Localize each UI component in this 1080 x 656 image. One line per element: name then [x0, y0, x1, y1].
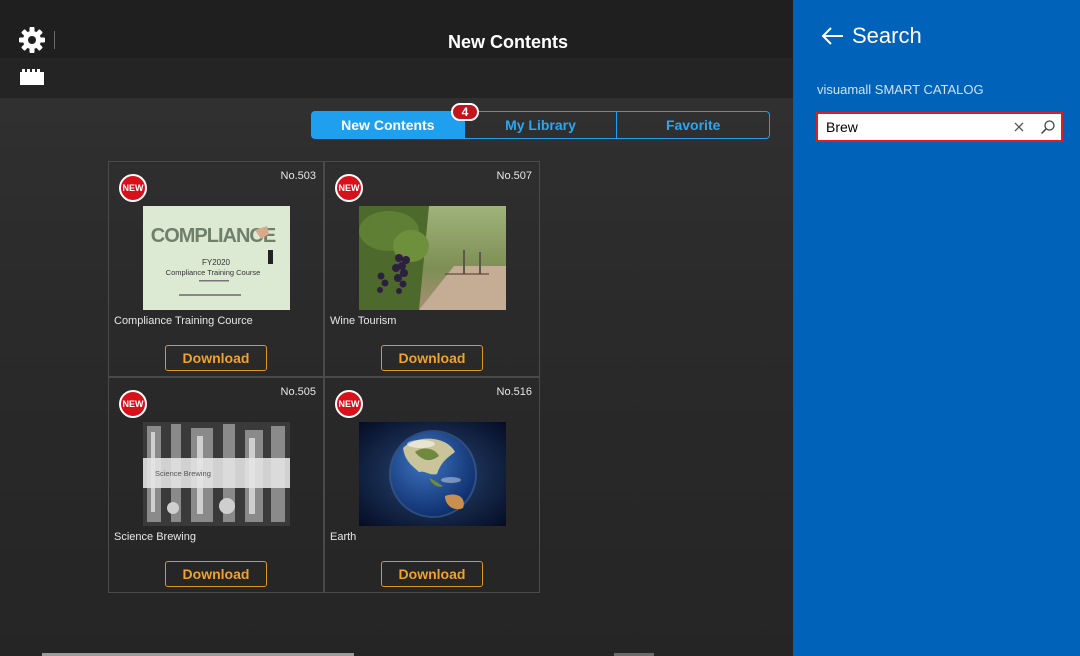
gear-icon[interactable]: [18, 26, 46, 54]
content-grid: NEW No.503 COMPLIANCE FY2020 Compliance …: [108, 161, 540, 593]
content-card[interactable]: NEW No.503 COMPLIANCE FY2020 Compliance …: [108, 161, 324, 377]
new-badge: NEW: [335, 390, 363, 418]
search-box: [816, 112, 1063, 142]
search-panel-title: Search: [852, 23, 922, 48]
item-title: Earth: [330, 531, 357, 543]
new-badge: NEW: [335, 174, 363, 202]
thumb-brewing-banner: Science Brewing: [155, 469, 211, 478]
download-button[interactable]: Download: [381, 345, 483, 371]
download-button[interactable]: Download: [165, 561, 267, 587]
brewery-thumbnail[interactable]: Science Brewing: [143, 422, 290, 526]
search-scope-label: visuamall SMART CATALOG: [817, 82, 984, 97]
thumb-compliance-year: FY2020: [202, 258, 231, 267]
item-title: Compliance Training Cource: [114, 315, 253, 327]
clear-icon[interactable]: [1012, 120, 1026, 134]
toolbar-divider: [54, 31, 55, 49]
earth-thumbnail[interactable]: [359, 422, 506, 526]
new-badge: NEW: [119, 390, 147, 418]
tab-new-contents[interactable]: New Contents: [312, 112, 464, 138]
download-button[interactable]: Download: [165, 345, 267, 371]
search-input[interactable]: [820, 116, 1012, 138]
compliance-thumbnail[interactable]: COMPLIANCE FY2020 Compliance Training Co…: [143, 206, 290, 310]
page-title: New Contents: [447, 32, 568, 52]
new-badge: NEW: [119, 174, 147, 202]
vineyard-thumbnail[interactable]: [359, 206, 506, 310]
search-icon[interactable]: [1040, 119, 1056, 135]
content-card[interactable]: NEW No.505 Science Brewing Science Brewi…: [108, 377, 324, 593]
content-tabs: New Contents My Library Favorite 4: [311, 103, 770, 139]
new-count-badge: 4: [451, 103, 479, 121]
download-button[interactable]: Download: [381, 561, 483, 587]
item-number: No.503: [280, 170, 316, 182]
item-number: No.507: [496, 170, 532, 182]
back-arrow-icon[interactable]: [820, 24, 844, 48]
item-number: No.505: [280, 386, 316, 398]
content-card[interactable]: NEW No.507 Wine Tourism Download: [324, 161, 540, 377]
item-number: No.516: [496, 386, 532, 398]
search-panel: Search visuamall SMART CATALOG: [793, 0, 1080, 656]
thumb-compliance-title: COMPLIANCE: [151, 225, 276, 247]
tab-my-library[interactable]: My Library: [463, 112, 617, 138]
item-title: Wine Tourism: [330, 315, 397, 327]
item-title: Science Brewing: [114, 531, 196, 543]
tab-favorite[interactable]: Favorite: [616, 112, 769, 138]
sub-toolbar: [0, 58, 793, 98]
content-card[interactable]: NEW No.516 Earth Download: [324, 377, 540, 593]
thumb-compliance-course: Compliance Training Course: [166, 268, 261, 277]
folder-icon[interactable]: [20, 69, 44, 85]
